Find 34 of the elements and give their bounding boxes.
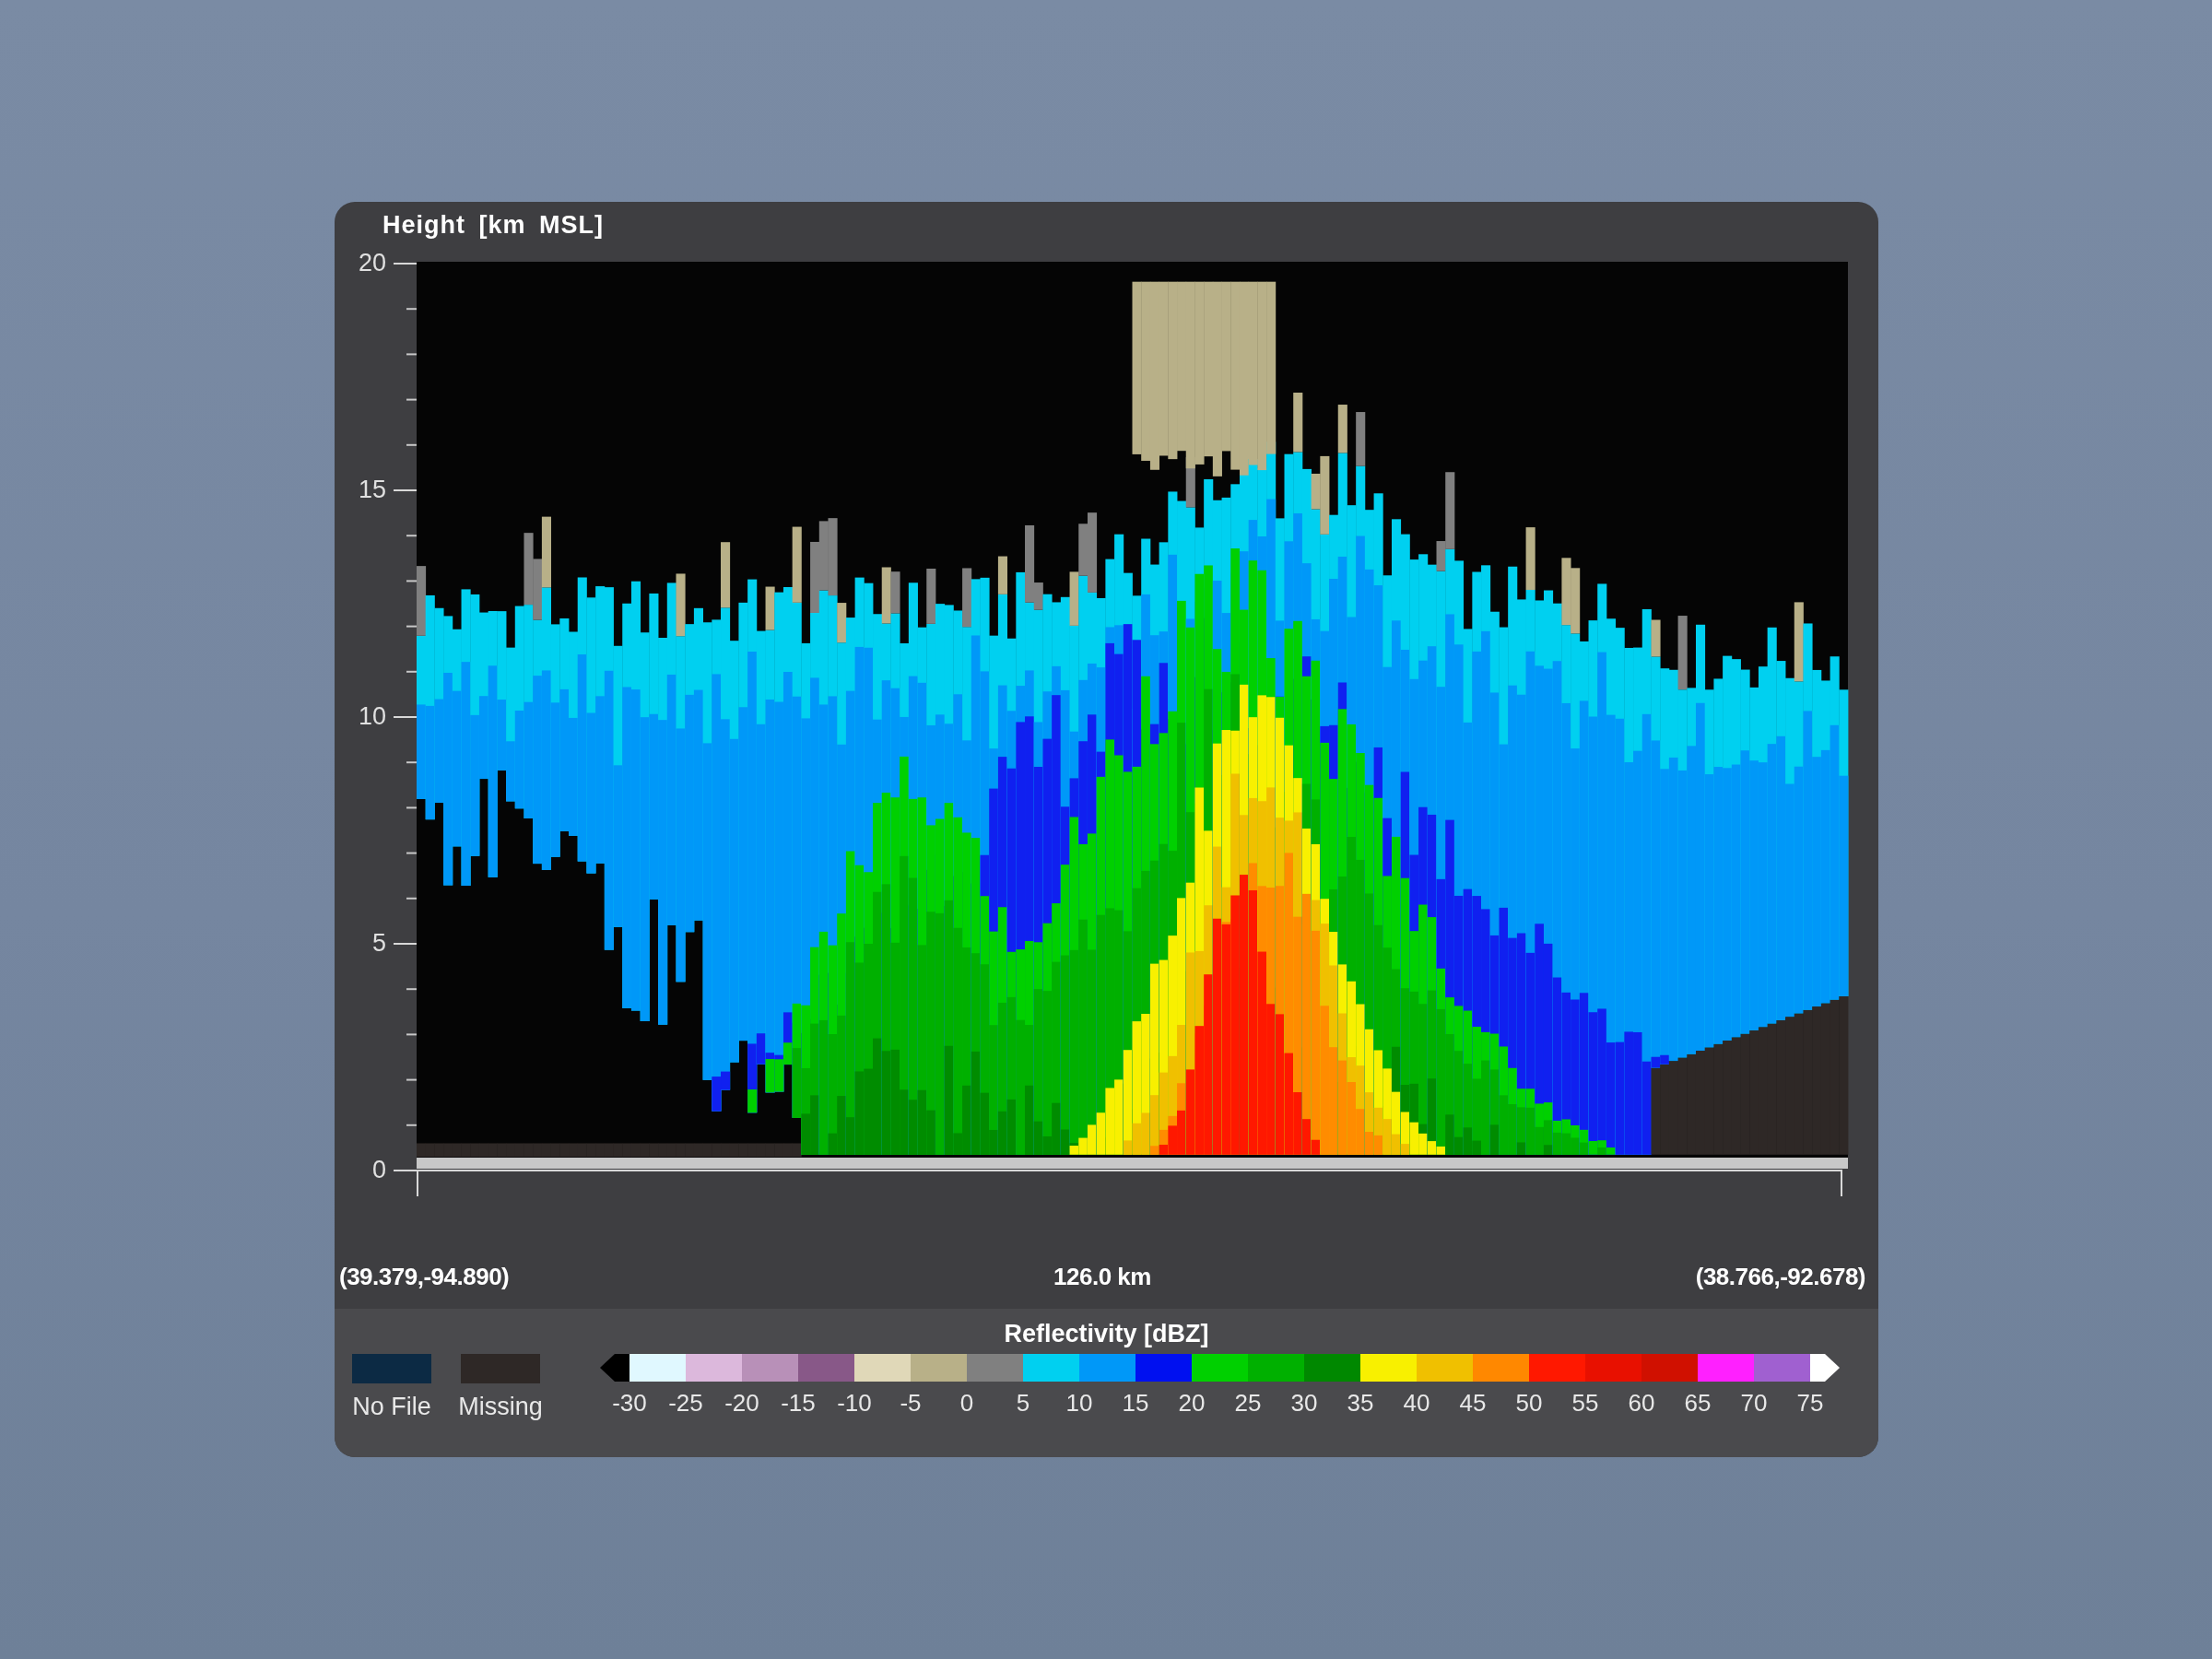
scale-label: 20 — [1177, 1389, 1206, 1418]
scale-label: 65 — [1683, 1389, 1712, 1418]
axis-title: Height [km MSL] — [382, 211, 604, 240]
scale-label: 75 — [1795, 1389, 1825, 1418]
scale-label: -15 — [780, 1389, 817, 1418]
axis-tick-label: 5 — [371, 929, 386, 957]
scale-label: 55 — [1571, 1389, 1600, 1418]
legend-title: Reflectivity [dBZ] — [1004, 1320, 1209, 1348]
scale-label: 25 — [1233, 1389, 1263, 1418]
start-coordinates: (39.379,-94.890) — [339, 1262, 510, 1291]
scale-label: 35 — [1346, 1389, 1375, 1418]
scale-label: 60 — [1627, 1389, 1656, 1418]
axis-tick-label: 0 — [371, 1156, 386, 1183]
scale-label: -25 — [667, 1389, 704, 1418]
scale-label: 50 — [1514, 1389, 1544, 1418]
scale-label: 5 — [1015, 1389, 1031, 1418]
scale-label: 70 — [1739, 1389, 1769, 1418]
scale-label: 0 — [959, 1389, 975, 1418]
distance-label: 126.0 km — [1053, 1262, 1151, 1291]
scale-label: 15 — [1121, 1389, 1150, 1418]
legend-label: Missing — [458, 1393, 543, 1421]
axis-tick-label: 15 — [358, 476, 386, 503]
scale-label: -20 — [724, 1389, 760, 1418]
scale-label: -30 — [611, 1389, 648, 1418]
axis-tick-label: 10 — [358, 702, 386, 730]
axis-tick-label: 20 — [358, 249, 386, 276]
scale-label: 10 — [1065, 1389, 1094, 1418]
scale-label: 30 — [1289, 1389, 1319, 1418]
scale-label: -5 — [899, 1389, 923, 1418]
scale-label: 45 — [1458, 1389, 1488, 1418]
legend-label: No File — [352, 1393, 431, 1421]
scale-label: 40 — [1402, 1389, 1431, 1418]
scale-label: -10 — [836, 1389, 873, 1418]
end-coordinates: (38.766,-92.678) — [1695, 1262, 1865, 1291]
